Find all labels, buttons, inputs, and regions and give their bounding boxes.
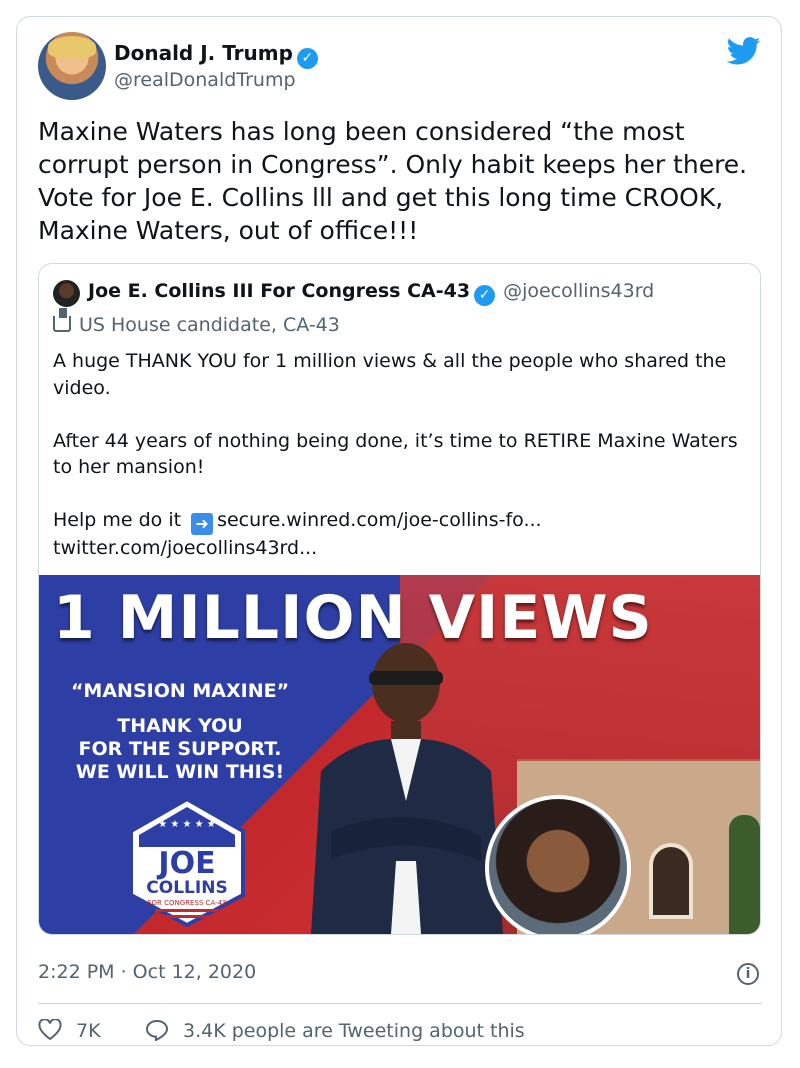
verified-icon: ✓	[474, 285, 496, 306]
joe-collins-logo: ★ ★ ★ ★ ★ JOE COLLINS FOR CONGRESS CA-43	[129, 797, 245, 927]
author-handle[interactable]: @realDonaldTrump	[114, 69, 296, 91]
tweet-timestamp[interactable]: 2:22 PM · Oct 12, 2020	[38, 961, 256, 983]
maxine-waters-photo	[485, 795, 631, 934]
candidate-photo	[311, 643, 503, 934]
quoted-author-handle: @joecollins43rd	[503, 280, 655, 302]
reply-label: 3.4K people are Tweeting about this	[183, 1020, 525, 1042]
twitter-bird-icon[interactable]	[727, 37, 761, 65]
quoted-author-name: Joe E. Collins III For Congress CA-43	[88, 280, 471, 302]
like-count: 7K	[76, 1020, 101, 1042]
ballot-box-icon	[53, 308, 71, 332]
quoted-tweet-text: A huge THANK YOU for 1 million views & a…	[53, 350, 738, 559]
quoted-author-avatar[interactable]	[53, 280, 80, 307]
quoted-media-image[interactable]: 1 MILLION VIEWS “MANSION MAXINE” THANK Y…	[39, 575, 760, 934]
divider	[38, 1003, 762, 1004]
link-twitter[interactable]: twitter.com/joecollins43rd...	[53, 537, 317, 559]
author-name[interactable]: Donald J. Trump	[114, 41, 293, 65]
media-tagline: “MANSION MAXINE”	[70, 680, 290, 702]
tweet-text: Maxine Waters has long been considered “…	[38, 117, 748, 245]
author-avatar[interactable]	[38, 32, 106, 100]
author-name-row[interactable]: Donald J. Trump ✓	[114, 41, 318, 69]
verified-icon: ✓	[296, 48, 318, 69]
reply-icon	[145, 1019, 169, 1041]
heart-icon	[38, 1019, 62, 1041]
quoted-tweet[interactable]: Joe E. Collins III For Congress CA-43 ✓ @j…	[38, 263, 761, 935]
svg-text:★ ★ ★ ★ ★: ★ ★ ★ ★ ★	[158, 819, 216, 830]
info-icon[interactable]: i	[737, 963, 759, 985]
tweet-card: Donald J. Trump ✓ @realDonaldTrump Maxine…	[16, 16, 782, 1046]
candidate-label: US House candidate, CA-43	[53, 308, 340, 336]
svg-text:JOE: JOE	[156, 846, 215, 881]
svg-text:FOR CONGRESS CA-43: FOR CONGRESS CA-43	[147, 899, 226, 907]
right-arrow-icon: ➜	[191, 513, 214, 535]
link-winred[interactable]: secure.winred.com/joe-collins-fo...	[217, 509, 541, 531]
reply-button[interactable]: 3.4K people are Tweeting about this	[145, 1019, 525, 1042]
like-button[interactable]: 7K	[38, 1019, 101, 1042]
svg-text:COLLINS: COLLINS	[146, 878, 227, 898]
quoted-author-row[interactable]: Joe E. Collins III For Congress CA-43 ✓ @j…	[88, 280, 654, 306]
media-message: THANK YOU FOR THE SUPPORT. WE WILL WIN T…	[75, 715, 285, 783]
